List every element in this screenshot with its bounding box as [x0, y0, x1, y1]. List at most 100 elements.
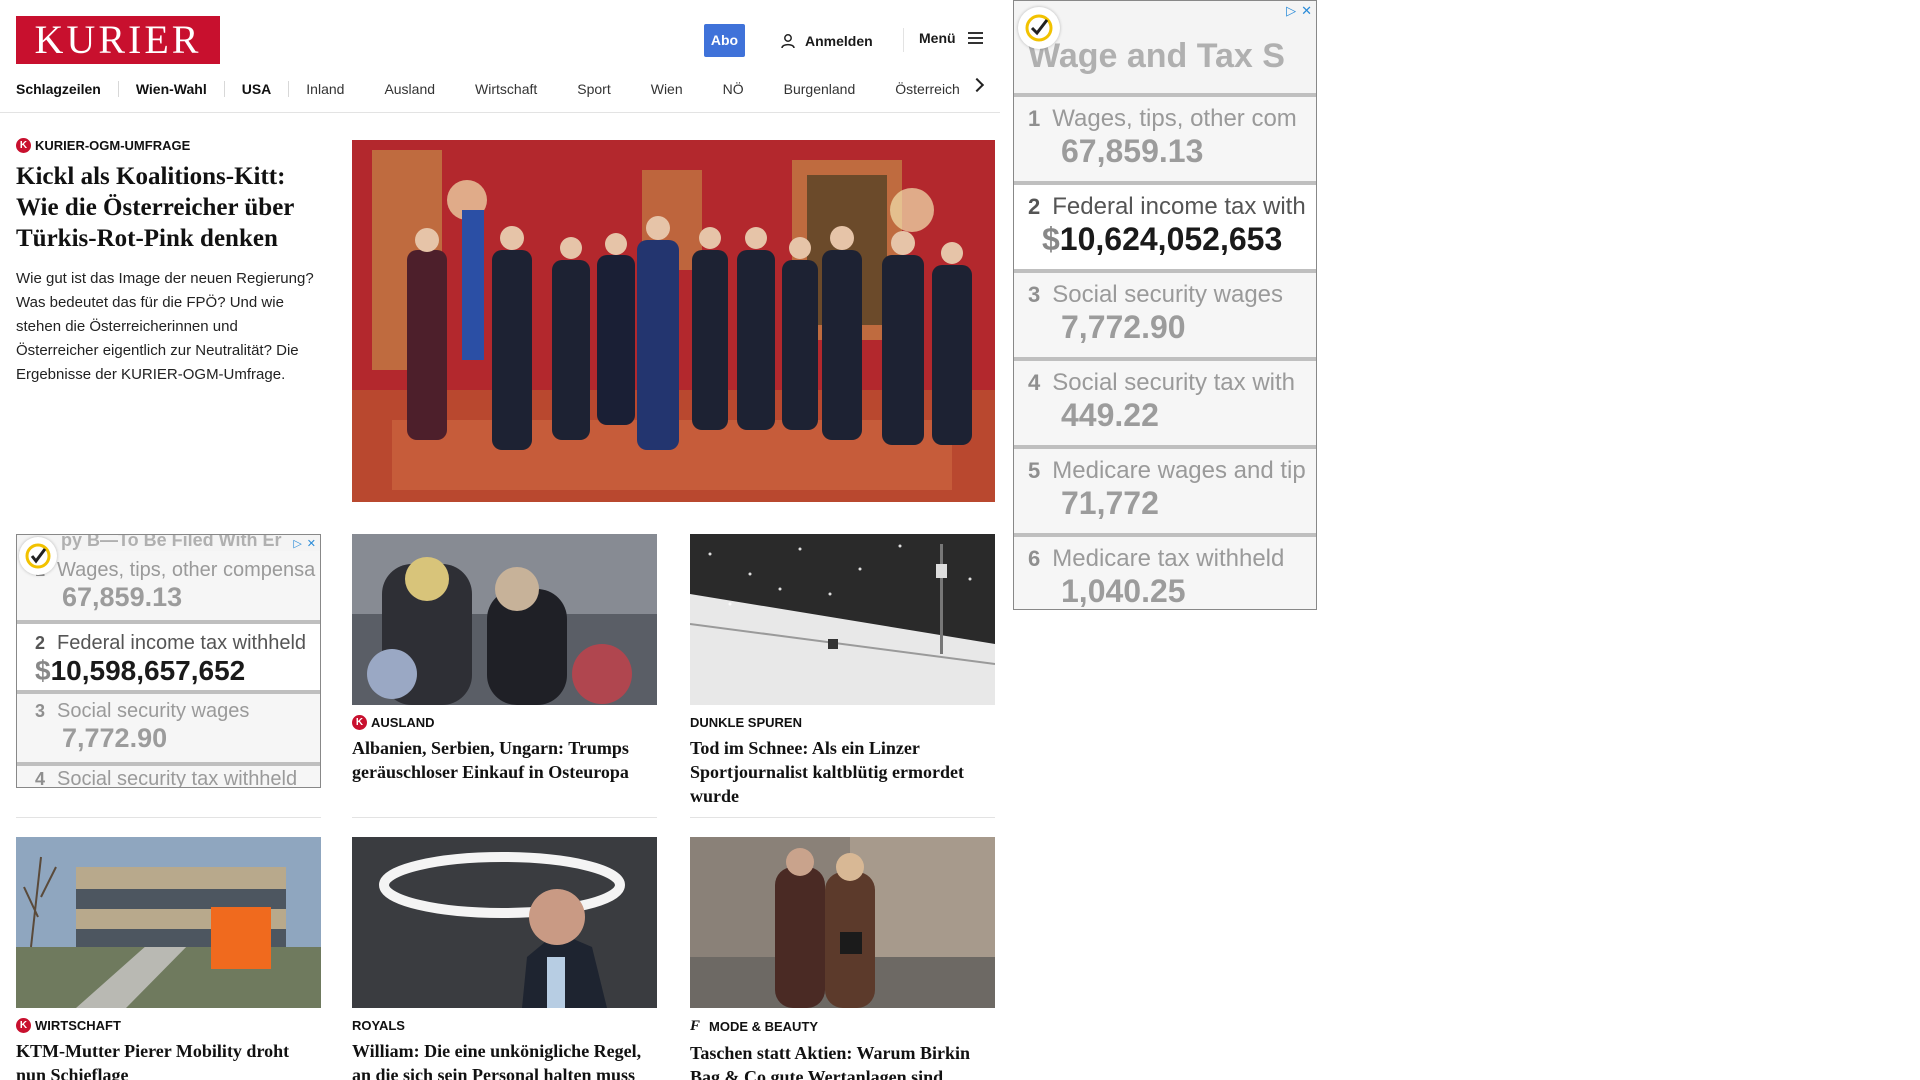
ad-row-number: 4	[1028, 370, 1041, 395]
article-headline[interactable]: William: Die eine unkönigliche Regel, an…	[352, 1039, 657, 1080]
ad-row: 3 Social security wages 7,772.90	[17, 694, 320, 766]
ad-row-number: 4	[35, 769, 46, 788]
nav-item-burgenland[interactable]: Burgenland	[784, 81, 856, 97]
article-kicker-label: ROYALS	[352, 1018, 405, 1033]
article-thumbnail[interactable]	[16, 837, 321, 1008]
ad-row-label: Medicare tax withheld	[1052, 545, 1285, 572]
user-icon	[781, 34, 795, 49]
article-kicker: f MODE & BEAUTY	[690, 1018, 995, 1035]
nav-divider	[223, 81, 225, 97]
ad-choices-icon[interactable]: ▷ ✕	[293, 537, 316, 550]
ad-row-label: Social security wages	[1052, 281, 1284, 308]
ad-row-label: Federal income tax with	[1052, 193, 1306, 220]
ad-row-label: Social security tax withheld	[57, 768, 298, 788]
ad-row-value: 10,624,052,653	[1059, 221, 1283, 257]
article-kicker: K WIRTSCHAFT	[16, 1018, 321, 1033]
ad-row-label: Wages, tips, other com	[1052, 105, 1297, 132]
article-kicker: DUNKLE SPUREN	[690, 715, 995, 730]
article-card[interactable]: f MODE & BEAUTY Taschen statt Aktien: Wa…	[690, 837, 995, 1080]
ad-logo-icon	[1018, 7, 1060, 49]
login-label: Anmelden	[805, 33, 873, 49]
lead-image[interactable]	[352, 140, 995, 502]
nav-item-wien[interactable]: Wien	[651, 81, 683, 97]
ad-row-currency: $	[1042, 221, 1060, 257]
article-headline[interactable]: Albanien, Serbien, Ungarn: Trumps geräus…	[352, 736, 657, 784]
ad-row-number: 5	[1028, 458, 1041, 483]
site-header: KURIER Abo Anmelden Menü Schlagzeilen Wi…	[0, 0, 1000, 113]
ad-row-value: 449.22	[1061, 397, 1159, 433]
article-headline[interactable]: KTM-Mutter Pierer Mobility droht nun Sch…	[16, 1039, 321, 1080]
ad-row-label: Medicare wages and tip	[1052, 457, 1306, 484]
nav-divider	[117, 81, 119, 97]
article-kicker-label: WIRTSCHAFT	[35, 1018, 121, 1033]
lead-kicker-label: KURIER-OGM-UMFRAGE	[35, 138, 191, 153]
ad-row: 6 Medicare tax withheld 1,040.25	[1014, 537, 1316, 609]
kurier-plus-icon: K	[352, 715, 367, 730]
kurier-logo[interactable]: KURIER	[16, 16, 220, 64]
header-divider	[903, 28, 904, 52]
ad-row-label: Social security tax with	[1052, 369, 1296, 396]
article-headline[interactable]: Tod im Schnee: Als ein Linzer Sportjourn…	[690, 736, 995, 808]
nav-item-ausland[interactable]: Ausland	[384, 81, 435, 97]
lead-article[interactable]: K KURIER-OGM-UMFRAGE Kickl als Koalition…	[16, 138, 324, 387]
ad-row-number: 2	[1028, 194, 1041, 219]
ad-row-value: 7,772.90	[62, 723, 168, 753]
login-button[interactable]: Anmelden	[780, 30, 873, 52]
divider	[352, 817, 657, 818]
article-thumbnail[interactable]	[352, 534, 657, 705]
kurier-plus-icon: K	[16, 1018, 31, 1033]
ad-row: 2 Federal income tax withheld $10,598,657…	[17, 624, 320, 694]
lead-headline[interactable]: Kickl als Koalitions-Kitt: Wie die Öster…	[16, 161, 324, 254]
ad-row: 1 Wages, tips, other com 67,859.13	[1014, 97, 1316, 185]
nav-item-noe[interactable]: NÖ	[723, 81, 744, 97]
article-thumbnail[interactable]	[690, 837, 995, 1008]
ad-header: py B—To Be Filed With Er	[61, 534, 282, 550]
article-kicker: ROYALS	[352, 1018, 657, 1033]
lead-kicker: K KURIER-OGM-UMFRAGE	[16, 138, 324, 153]
article-thumbnail[interactable]	[352, 837, 657, 1008]
nav-item-wien-wahl[interactable]: Wien-Wahl	[136, 81, 207, 97]
nav-item-oesterreich[interactable]: Österreich	[895, 81, 960, 97]
ad-choices-icon[interactable]: ▷ ✕	[1286, 3, 1312, 19]
ad-row-value: 71,772	[1061, 485, 1159, 521]
nav-item-schlagzeilen[interactable]: Schlagzeilen	[16, 81, 101, 97]
nav-item-wirtschaft[interactable]: Wirtschaft	[475, 81, 537, 97]
nav-item-inland[interactable]: Inland	[306, 81, 344, 97]
article-card[interactable]: ROYALS William: Die eine unkönigliche Re…	[352, 837, 657, 1080]
ad-row: 5 Medicare wages and tip 71,772	[1014, 449, 1316, 537]
ad-row-value: 1,040.25	[1061, 573, 1186, 609]
nav-item-sport[interactable]: Sport	[577, 81, 610, 97]
nav-divider	[288, 81, 290, 97]
article-card[interactable]: K AUSLAND Albanien, Serbien, Ungarn: Tru…	[352, 534, 657, 784]
ad-row-value: 67,859.13	[1061, 133, 1204, 169]
article-headline[interactable]: Taschen statt Aktien: Warum Birkin Bag &…	[690, 1041, 995, 1080]
article-card[interactable]: DUNKLE SPUREN Tod im Schnee: Als ein Lin…	[690, 534, 995, 808]
article-card[interactable]: K WIRTSCHAFT KTM-Mutter Pierer Mobility …	[16, 837, 321, 1080]
divider	[690, 817, 995, 818]
freizeit-icon: f	[690, 1018, 701, 1034]
section-nav: Schlagzeilen Wien-Wahl USA Inland Auslan…	[16, 77, 986, 100]
article-thumbnail[interactable]	[690, 534, 995, 705]
hamburger-icon	[967, 32, 983, 44]
ad-row: 2 Federal income tax with $10,624,052,653	[1014, 185, 1316, 273]
lead-teaser: Wie gut ist das Image der neuen Regierun…	[16, 270, 314, 383]
ad-logo-icon	[19, 537, 57, 575]
chevron-right-icon[interactable]	[969, 77, 985, 93]
ad-row: 3 Social security wages 7,772.90	[1014, 273, 1316, 361]
ad-row-value: 10,598,657,652	[50, 655, 246, 686]
menu-button[interactable]: Menü	[919, 30, 983, 46]
divider	[16, 817, 321, 818]
ad-row-value: 67,859.13	[62, 582, 183, 612]
ad-row-currency: $	[35, 655, 51, 686]
advertisement-large[interactable]: ▷ ✕ Wage and Tax S 1 Wages, tips, other co…	[1013, 0, 1317, 610]
menu-label: Menü	[919, 30, 956, 46]
abo-button[interactable]: Abo	[704, 24, 745, 57]
nav-item-usa[interactable]: USA	[242, 81, 272, 97]
article-kicker-label: AUSLAND	[371, 715, 435, 730]
ad-row-number: 3	[1028, 282, 1041, 307]
ad-row: 4 Social security tax with 449.22	[1014, 361, 1316, 449]
ad-row-label: Federal income tax withheld	[57, 632, 307, 654]
ad-row-label: Wages, tips, other compensa	[57, 559, 316, 581]
advertisement-small[interactable]: ▷✕ py B—To Be Filed With Er 1Wages, tips…	[16, 534, 321, 788]
ad-row-label: Social security wages	[57, 700, 250, 722]
